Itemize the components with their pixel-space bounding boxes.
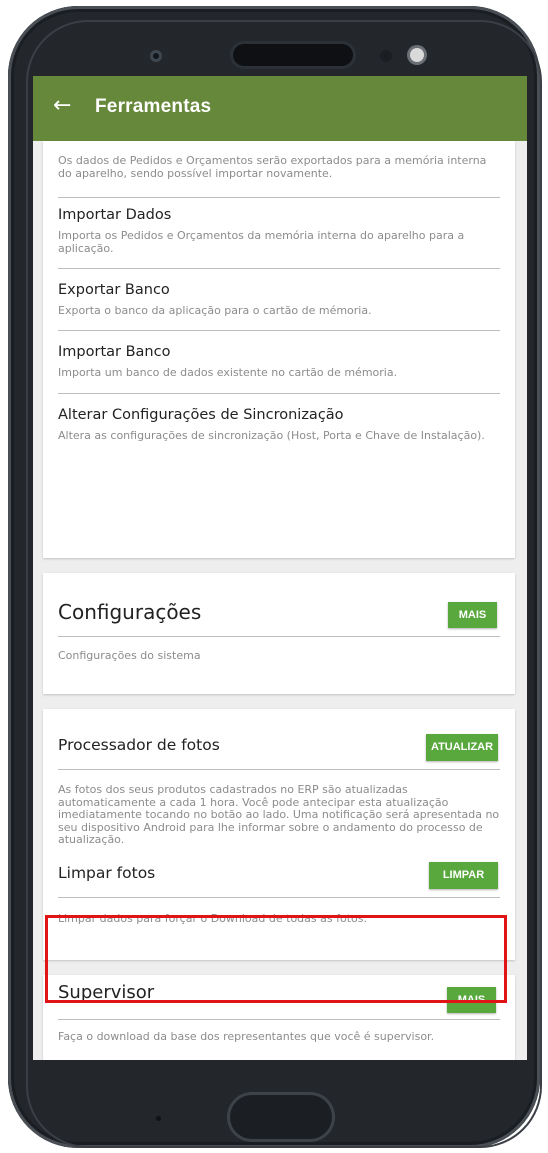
- export-database-description: Exporta o banco da aplicação para o cart…: [58, 304, 372, 317]
- photo-processor-title: Processador de fotos: [58, 736, 220, 754]
- import-database-title: Importar Banco: [58, 344, 171, 360]
- export-database-title: Exportar Banco: [58, 282, 170, 298]
- photo-processor-description: As fotos dos seus produtos cadastrados n…: [58, 783, 500, 846]
- app-bar: ← Ferramentas: [33, 76, 527, 141]
- tools-card: Os dados de Pedidos e Orçamentos serão e…: [43, 141, 515, 558]
- supervisor-card: Supervisor MAIS Faça o download da base …: [43, 975, 515, 1060]
- supervisor-title: Supervisor: [58, 982, 155, 1003]
- sync-settings-item[interactable]: Alterar Configurações de Sincronização A…: [58, 407, 500, 442]
- supervisor-more-button[interactable]: MAIS: [447, 987, 496, 1013]
- export-data-item[interactable]: Os dados de Pedidos e Orçamentos serão e…: [58, 154, 500, 180]
- page-title: Ferramentas: [95, 96, 212, 117]
- update-photos-button[interactable]: ATUALIZAR: [426, 734, 498, 761]
- sync-settings-description: Altera as configurações de sincronização…: [58, 429, 485, 442]
- settings-title: Configurações: [58, 600, 202, 624]
- front-flash: [410, 48, 424, 62]
- proximity-sensor: [380, 50, 392, 62]
- earpiece-speaker: [233, 44, 353, 66]
- import-database-description: Importa um banco de dados existente no c…: [58, 366, 398, 379]
- export-data-description: Os dados de Pedidos e Orçamentos serão e…: [58, 154, 487, 180]
- divider: [58, 197, 500, 198]
- divider: [58, 897, 500, 898]
- app-screen: ← Ferramentas Os dados de Pedidos e Orça…: [33, 76, 527, 1060]
- home-button[interactable]: [230, 1095, 332, 1139]
- supervisor-description: Faça o download da base dos representant…: [58, 1030, 435, 1043]
- import-data-description: Importa os Pedidos e Orçamentos da memór…: [58, 229, 465, 255]
- export-database-item[interactable]: Exportar Banco Exporta o banco da aplica…: [58, 282, 500, 317]
- import-data-title: Importar Dados: [58, 207, 172, 223]
- divider: [58, 636, 500, 637]
- divider: [58, 268, 500, 269]
- import-database-item[interactable]: Importar Banco Importa um banco de dados…: [58, 344, 500, 379]
- settings-card: Configurações MAIS Configurações do sist…: [43, 573, 515, 694]
- divider: [58, 1019, 500, 1020]
- divider: [58, 330, 500, 331]
- arrow-left-icon[interactable]: ←: [53, 94, 71, 118]
- clear-photos-description: Limpar dados para forçar o Download de t…: [58, 912, 367, 925]
- front-camera: [150, 50, 162, 62]
- divider: [58, 393, 500, 394]
- settings-more-button[interactable]: MAIS: [448, 602, 497, 628]
- divider: [58, 769, 500, 770]
- import-data-item[interactable]: Importar Dados Importa os Pedidos e Orça…: [58, 207, 500, 255]
- settings-description: Configurações do sistema: [58, 649, 201, 662]
- photos-card: Processador de fotos ATUALIZAR As fotos …: [43, 709, 515, 960]
- clear-photos-button[interactable]: LIMPAR: [429, 862, 498, 889]
- sync-settings-title: Alterar Configurações de Sincronização: [58, 407, 344, 423]
- microphone: [156, 1116, 161, 1121]
- clear-photos-title: Limpar fotos: [58, 864, 156, 882]
